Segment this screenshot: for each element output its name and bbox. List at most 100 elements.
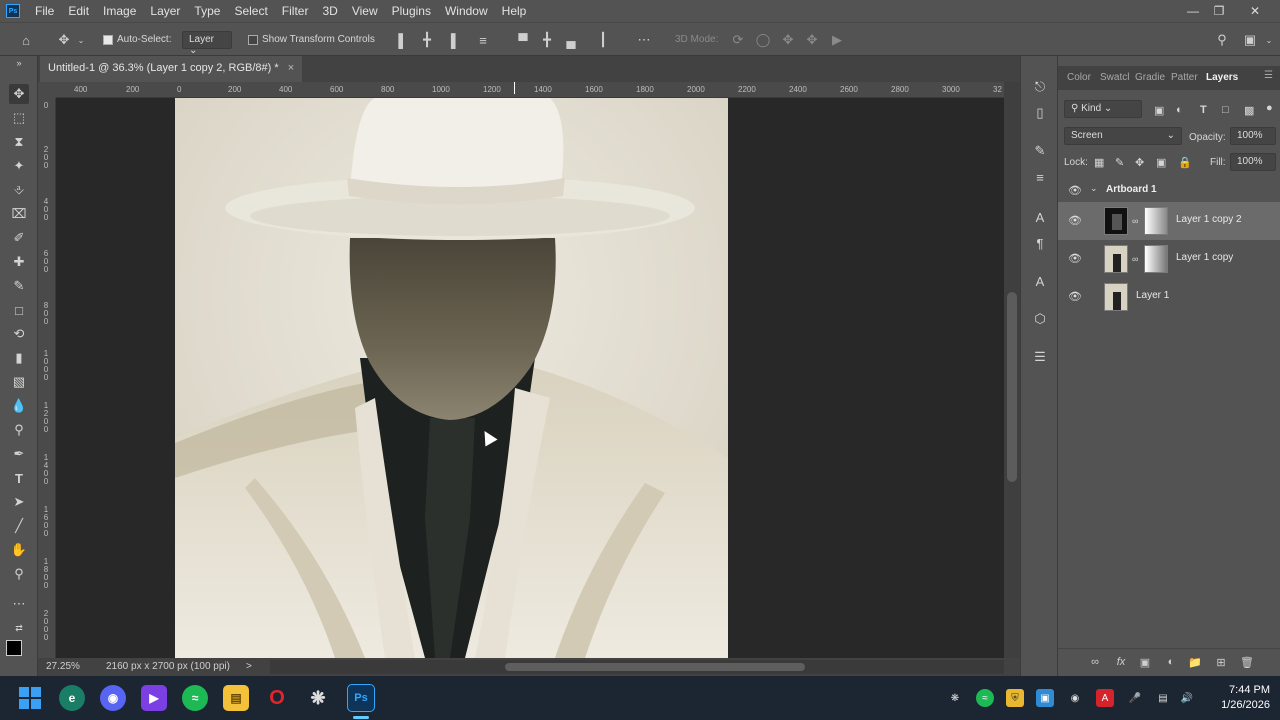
menu-type[interactable]: Type: [187, 4, 227, 18]
menu-view[interactable]: View: [345, 4, 385, 18]
menu-3d[interactable]: 3D: [315, 4, 344, 18]
layer-row[interactable]: 👁 ∞ Layer 1 copy 2: [1058, 202, 1280, 240]
edit-toolbar-icon[interactable]: ⋯: [9, 594, 29, 614]
display-tray-icon[interactable]: ▣: [1036, 689, 1054, 707]
volume-icon[interactable]: 🔊: [1178, 689, 1196, 707]
paragraph-icon[interactable]: ¶: [1031, 234, 1049, 252]
close-icon[interactable]: ✕: [1240, 0, 1270, 22]
character-icon[interactable]: A: [1031, 208, 1049, 226]
chatgpt-tray-icon[interactable]: ❋: [946, 689, 964, 707]
frame-tool-icon[interactable]: ⌧: [9, 204, 29, 224]
tab-swatches[interactable]: Swatcl: [1100, 72, 1129, 83]
stamp-tool-icon[interactable]: □: [9, 300, 29, 320]
ruler-origin[interactable]: [38, 82, 56, 98]
distribute-vertical-icon[interactable]: ┃: [595, 32, 611, 48]
tab-layers[interactable]: Layers: [1206, 72, 1238, 83]
photoshop-taskbar-icon[interactable]: Ps: [347, 684, 375, 712]
lock-all-icon[interactable]: 🔒: [1178, 156, 1192, 169]
history-brush-tool-icon[interactable]: ⟲: [9, 324, 29, 344]
menu-select[interactable]: Select: [227, 4, 274, 18]
filter-toggle-icon[interactable]: ●: [1266, 102, 1273, 114]
clipchamp-icon[interactable]: ▶: [141, 685, 167, 711]
lasso-tool-icon[interactable]: ⧗: [9, 132, 29, 152]
layer-name[interactable]: Layer 1 copy: [1176, 252, 1233, 263]
new-layer-icon[interactable]: ⊞: [1214, 655, 1228, 669]
layer-row[interactable]: 👁 Layer 1: [1058, 278, 1280, 316]
spotify-icon[interactable]: ≈: [182, 685, 208, 711]
home-icon[interactable]: ⌂: [18, 32, 34, 48]
vertical-ruler[interactable]: 0 2 0 0 4 0 0 6 0 0 8 0 0 1 0 0 0 1 2 0 …: [38, 98, 56, 658]
menu-image[interactable]: Image: [96, 4, 143, 18]
align-left-icon[interactable]: ▌: [395, 32, 411, 48]
adjustment-layer-icon[interactable]: ◐: [1164, 655, 1178, 669]
crop-tool-icon[interactable]: ⎀: [9, 180, 29, 200]
filter-pixel-icon[interactable]: ▣: [1154, 104, 1164, 117]
hand-tool-icon[interactable]: ✋: [9, 540, 29, 560]
spotify-tray-icon[interactable]: ≈: [976, 689, 994, 707]
properties-icon[interactable]: ☰: [1031, 348, 1049, 366]
filter-kind-dropdown[interactable]: ⚲ Kind ⌄: [1064, 100, 1142, 118]
horizontal-scrollbar[interactable]: [270, 660, 1004, 674]
chevron-down-icon[interactable]: ⌄: [1264, 32, 1274, 48]
brush-settings-icon[interactable]: ✎: [1031, 142, 1049, 160]
shield-tray-icon[interactable]: ⛨: [1006, 689, 1024, 707]
layer-mask-thumbnail[interactable]: [1144, 207, 1168, 235]
3d-slide-icon[interactable]: ✥: [804, 32, 820, 48]
link-layers-icon[interactable]: ∞: [1088, 655, 1102, 669]
mask-link-icon[interactable]: ∞: [1132, 254, 1138, 264]
menu-window[interactable]: Window: [438, 4, 495, 18]
lock-artboard-icon[interactable]: ▣: [1156, 156, 1166, 169]
discord-tray-icon[interactable]: ◉: [1066, 689, 1084, 707]
discord-icon[interactable]: ◉: [100, 685, 126, 711]
show-transform-checkbox[interactable]: [248, 35, 258, 45]
new-group-icon[interactable]: 📁: [1188, 655, 1202, 669]
type-tool-icon[interactable]: T: [9, 468, 29, 488]
filter-adjustment-icon[interactable]: ◐: [1176, 104, 1183, 116]
visibility-eye-icon[interactable]: 👁: [1068, 214, 1082, 227]
filter-type-icon[interactable]: T: [1200, 104, 1207, 116]
path-select-tool-icon[interactable]: ➤: [9, 492, 29, 512]
chatgpt-icon[interactable]: ❋: [305, 685, 331, 711]
vertical-scroll-thumb[interactable]: [1007, 292, 1017, 482]
brush-tool-icon[interactable]: ✎: [9, 276, 29, 296]
visibility-eye-icon[interactable]: 👁: [1068, 184, 1082, 197]
panel-menu-icon[interactable]: ☰: [1264, 70, 1273, 81]
align-center-icon[interactable]: ╋: [419, 32, 435, 48]
delete-layer-icon[interactable]: 🗑: [1240, 655, 1254, 669]
lock-position-icon[interactable]: ✥: [1135, 156, 1144, 169]
collapse-toolbar-icon[interactable]: »: [9, 58, 29, 68]
horizontal-ruler[interactable]: 400 200 0 200 400 600 800 1000 1200 1400…: [56, 82, 1006, 98]
filter-smart-object-icon[interactable]: ▩: [1244, 104, 1254, 117]
zoom-level[interactable]: 27.25%: [46, 661, 80, 672]
network-icon[interactable]: ▤: [1154, 689, 1172, 707]
menu-layer[interactable]: Layer: [143, 4, 187, 18]
layer-name[interactable]: Layer 1: [1136, 290, 1169, 301]
glyphs-icon[interactable]: A: [1031, 272, 1049, 290]
horizontal-scroll-thumb[interactable]: [505, 663, 805, 671]
pen-tool-icon[interactable]: ✒: [9, 444, 29, 464]
mask-link-icon[interactable]: ∞: [1132, 216, 1138, 226]
file-explorer-icon[interactable]: ▤: [223, 685, 249, 711]
move-tool-icon[interactable]: ✥: [9, 84, 29, 104]
layer-name[interactable]: Layer 1 copy 2: [1176, 214, 1242, 225]
search-icon[interactable]: ⚲: [1214, 32, 1230, 48]
system-clock[interactable]: 7:44 PM 1/26/2026: [1200, 683, 1270, 713]
menu-plugins[interactable]: Plugins: [385, 4, 438, 18]
comments-icon[interactable]: ▯: [1031, 104, 1049, 122]
opera-icon[interactable]: O: [264, 685, 290, 711]
edge-browser-icon[interactable]: e: [59, 685, 85, 711]
artboard-image[interactable]: [175, 98, 728, 658]
menu-help[interactable]: Help: [495, 4, 534, 18]
3d-orbit-icon[interactable]: ⟳: [730, 32, 746, 48]
align-top-icon[interactable]: ▀: [515, 32, 531, 48]
fx-icon[interactable]: fx: [1114, 655, 1128, 669]
restore-icon[interactable]: ❐: [1204, 0, 1234, 22]
menu-file[interactable]: File: [28, 4, 61, 18]
swap-colors-icon[interactable]: ⇄: [9, 618, 29, 638]
visibility-eye-icon[interactable]: 👁: [1068, 290, 1082, 303]
healing-brush-tool-icon[interactable]: ✚: [9, 252, 29, 272]
tab-gradients[interactable]: Gradie: [1135, 72, 1165, 83]
menu-edit[interactable]: Edit: [61, 4, 96, 18]
line-tool-icon[interactable]: ╱: [9, 516, 29, 536]
windows-start-icon[interactable]: [17, 685, 43, 711]
